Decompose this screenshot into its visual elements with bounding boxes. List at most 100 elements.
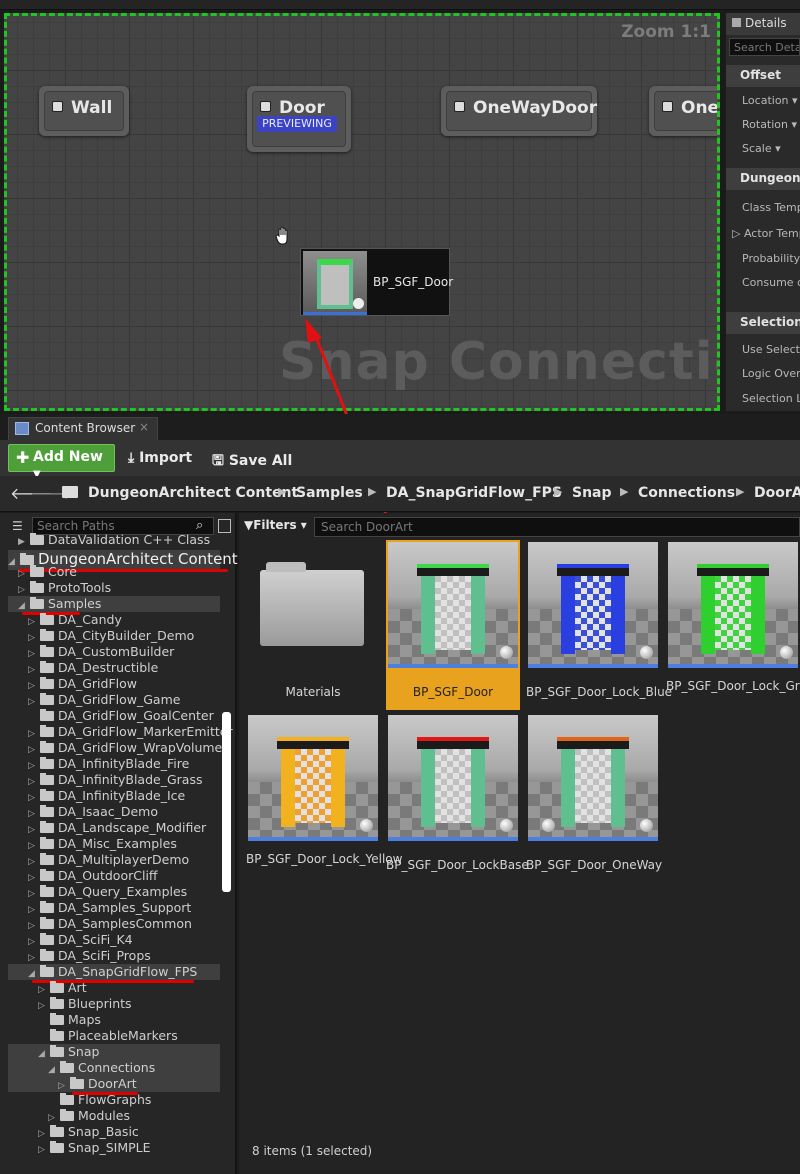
tree-expander-icon[interactable]: ▷ bbox=[28, 649, 40, 659]
tree-item[interactable]: ▷ Modules bbox=[8, 1108, 220, 1124]
tree-item[interactable]: ▷ DA_Samples_Support bbox=[8, 900, 220, 916]
tree-item[interactable]: ▷ DA_CityBuilder_Demo bbox=[8, 628, 220, 644]
tree-item[interactable]: ▷ Core bbox=[8, 564, 220, 580]
asset-tile-bp-sgf-door-lockbase[interactable]: BP_SGF_Door_LockBase bbox=[386, 713, 529, 883]
tree-item[interactable]: ▷ DA_MultiplayerDemo bbox=[8, 852, 220, 868]
add-new-button[interactable]: ✚ Add New ▼ bbox=[8, 444, 115, 480]
tree-item[interactable]: ▷ DA_InfinityBlade_Grass bbox=[8, 772, 220, 788]
tree-expander-icon[interactable]: ▷ bbox=[28, 921, 40, 931]
tree-scrollbar[interactable] bbox=[222, 712, 231, 892]
tree-expander-icon[interactable]: ▷ bbox=[28, 745, 40, 755]
tree-expander-icon[interactable]: ▷ bbox=[28, 937, 40, 947]
tree-item[interactable]: ▷ DA_Candy bbox=[8, 612, 220, 628]
tree-item[interactable]: ▷ Art bbox=[8, 980, 220, 996]
tree-item[interactable]: ▷ DA_GridFlow_Game bbox=[8, 692, 220, 708]
chevron-right-icon[interactable]: ▶ bbox=[736, 485, 744, 498]
tree-expander-icon[interactable]: ▷ bbox=[58, 1081, 70, 1091]
tree-expander-icon[interactable]: ▷ bbox=[38, 985, 50, 995]
asset-tile-bp-sgf-door-lock-green[interactable]: BP_SGF_Door_Lock_Green bbox=[666, 540, 800, 710]
tree-expander-icon[interactable]: ▷ bbox=[28, 729, 40, 739]
tree-item[interactable]: ◢ DA_SnapGridFlow_FPS bbox=[8, 964, 220, 980]
tree-item[interactable]: ▷ DA_GridFlow bbox=[8, 676, 220, 692]
tree-item[interactable]: ▷ DoorArt bbox=[8, 1076, 220, 1092]
tree-item[interactable]: ▷ DA_Query_Examples bbox=[8, 884, 220, 900]
tree-item[interactable]: PlaceableMarkers bbox=[8, 1028, 220, 1044]
tree-expander-icon[interactable]: ▷ bbox=[28, 873, 40, 883]
breadcrumb-item[interactable]: Snap bbox=[572, 485, 612, 501]
asset-tile-bp-sgf-door-lock-yellow[interactable]: BP_SGF_Door_Lock_Yellow bbox=[246, 713, 402, 883]
tree-expander-icon[interactable]: ▷ bbox=[38, 1001, 50, 1011]
tree-expander-icon[interactable]: ▷ bbox=[28, 761, 40, 771]
tree-expander-icon[interactable]: ▷ bbox=[28, 617, 40, 627]
tree-expander-icon[interactable]: ▷ bbox=[28, 665, 40, 675]
tree-expander-icon[interactable]: ▷ bbox=[28, 793, 40, 803]
breadcrumb-item[interactable]: Samples bbox=[296, 485, 363, 501]
chevron-right-icon[interactable]: ▶ bbox=[554, 485, 562, 498]
tree-expander-icon[interactable]: ▷ bbox=[28, 681, 40, 691]
tree-expander-icon[interactable]: ▷ bbox=[28, 633, 40, 643]
tree-item[interactable]: DA_GridFlow_GoalCenter bbox=[8, 708, 220, 724]
tree-expander-icon[interactable]: ▶ bbox=[18, 537, 30, 547]
tree-item[interactable]: ▷ Snap_SIMPLE bbox=[8, 1140, 220, 1156]
tree-expander-icon[interactable]: ▷ bbox=[28, 825, 40, 835]
breadcrumb-item[interactable]: DungeonArchitect Content bbox=[88, 485, 298, 501]
tree-item[interactable]: ▷ DA_SciFi_K4 bbox=[8, 932, 220, 948]
tree-item[interactable]: ▷ DA_Destructible bbox=[8, 660, 220, 676]
tree-expander-icon[interactable]: ▷ bbox=[28, 841, 40, 851]
tree-item[interactable]: ▷ DA_SamplesCommon bbox=[8, 916, 220, 932]
import-button[interactable]: ⤓ Import bbox=[128, 450, 192, 466]
tree-item[interactable]: ▷ DA_OutdoorCliff bbox=[8, 868, 220, 884]
tree-item[interactable]: ▷ DA_SciFi_Props bbox=[8, 948, 220, 964]
tree-expander-icon[interactable]: ◢ bbox=[18, 601, 30, 611]
asset-tile-bp-sgf-door-lock-blue[interactable]: BP_SGF_Door_Lock_Blue bbox=[526, 540, 672, 710]
tree-item[interactable]: ▷ Blueprints bbox=[8, 996, 220, 1012]
tree-item[interactable]: ▷ DA_CustomBuilder bbox=[8, 644, 220, 660]
breadcrumb-item[interactable]: Connections bbox=[638, 485, 735, 501]
tree-item[interactable]: ▶ DataValidation C++ Class bbox=[8, 532, 220, 548]
tree-item[interactable]: ▷ DA_Landscape_Modifier bbox=[8, 820, 220, 836]
tree-item[interactable]: ▷ DA_InfinityBlade_Ice bbox=[8, 788, 220, 804]
tree-expander-icon[interactable]: ▷ bbox=[18, 569, 30, 579]
tree-item[interactable]: ◢ Connections bbox=[8, 1060, 220, 1076]
tree-expander-icon[interactable]: ▷ bbox=[38, 1145, 50, 1155]
chevron-right-icon[interactable]: ▶ bbox=[620, 485, 628, 498]
tree-expander-icon[interactable]: ▷ bbox=[28, 889, 40, 899]
tree-expander-icon[interactable]: ▷ bbox=[28, 777, 40, 787]
tree-expander-icon[interactable]: ▷ bbox=[28, 809, 40, 819]
tree-item[interactable]: ▷ DA_Misc_Examples bbox=[8, 836, 220, 852]
chevron-right-icon[interactable]: ▶ bbox=[368, 485, 376, 498]
tree-item[interactable]: ▷ DA_GridFlow_MarkerEmitter bbox=[8, 724, 233, 740]
tree-item[interactable]: FlowGraphs bbox=[8, 1092, 220, 1108]
asset-tile-bp-sgf-door[interactable]: BP_SGF_Door bbox=[386, 540, 520, 710]
close-icon[interactable]: × bbox=[139, 420, 149, 434]
asset-tile-materials[interactable]: Materials bbox=[246, 540, 380, 710]
tree-expander-icon[interactable]: ◢ bbox=[28, 969, 40, 979]
tree-expander-icon[interactable]: ▷ bbox=[18, 585, 30, 595]
tree-item[interactable]: ◢ Snap bbox=[8, 1044, 220, 1060]
tree-expander-icon[interactable]: ▷ bbox=[28, 953, 40, 963]
tree-item[interactable]: Maps bbox=[8, 1012, 220, 1028]
tree-expander-icon[interactable]: ▷ bbox=[48, 1113, 60, 1123]
settings-icon[interactable] bbox=[218, 519, 231, 533]
save-all-button[interactable]: 🖫 Save All bbox=[212, 450, 292, 474]
tree-item[interactable]: ▷ DA_GridFlow_WrapVolume bbox=[8, 740, 222, 756]
tree-item[interactable]: ▷ DA_Isaac_Demo bbox=[8, 804, 220, 820]
tree-expander-icon[interactable]: ▷ bbox=[28, 857, 40, 867]
breadcrumb-item[interactable]: DoorArt bbox=[754, 485, 800, 501]
tree-item[interactable]: ▷ Snap_Basic bbox=[8, 1124, 220, 1140]
tree-item[interactable]: ▷ DA_InfinityBlade_Fire bbox=[8, 756, 220, 772]
tab-content-browser[interactable]: Content Browser × bbox=[8, 417, 158, 440]
tree-expander-icon[interactable]: ▷ bbox=[28, 905, 40, 915]
tree-item[interactable]: ◢ Samples bbox=[8, 596, 220, 612]
tree-item[interactable]: ▷ ProtoTools bbox=[8, 580, 220, 596]
tree-expander-icon[interactable]: ▷ bbox=[28, 697, 40, 707]
chevron-right-icon[interactable]: ▶ bbox=[278, 485, 286, 498]
filters-button[interactable]: ▼Filters ▾ bbox=[244, 518, 307, 532]
tree-expander-icon[interactable]: ▷ bbox=[38, 1129, 50, 1139]
tree-view-icon[interactable]: ☰ bbox=[12, 519, 23, 533]
asset-search-input[interactable]: Search DoorArt bbox=[314, 517, 800, 537]
asset-tile-bp-sgf-door-oneway[interactable]: BP_SGF_Door_OneWay bbox=[526, 713, 662, 883]
tree-expander-icon[interactable]: ◢ bbox=[48, 1065, 60, 1075]
breadcrumb-item[interactable]: DA_SnapGridFlow_FPS bbox=[386, 485, 562, 501]
tree-expander-icon[interactable]: ◢ bbox=[38, 1049, 50, 1059]
